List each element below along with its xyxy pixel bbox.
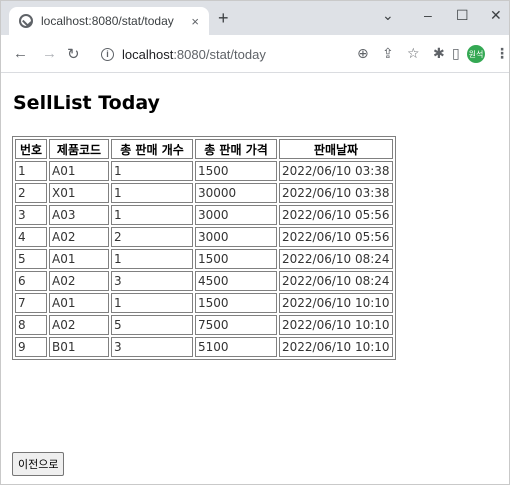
table-row: 8 A02 5 7500 2022/06/10 10:10 [15, 315, 393, 335]
table-cell: 2022/06/10 08:24 [279, 271, 393, 291]
table-cell: 3000 [195, 227, 277, 247]
profile-avatar[interactable]: 원석 [467, 45, 485, 63]
table-row: 4 A02 2 3000 2022/06/10 05:56 [15, 227, 393, 247]
back-button[interactable]: 이전으로 [12, 452, 65, 476]
table-row: 5 A01 1 1500 2022/06/10 08:24 [15, 249, 393, 269]
table-cell: X01 [49, 183, 109, 203]
maximize-icon[interactable]: ☐ [456, 7, 469, 24]
minimize-icon[interactable]: – [424, 7, 432, 23]
table-cell: 1 [15, 161, 47, 181]
header-sale-date: 판매날짜 [279, 139, 393, 159]
table-cell: A02 [49, 227, 109, 247]
info-icon[interactable]: i [101, 47, 114, 61]
table-cell: 1 [111, 249, 193, 269]
table-cell: 2022/06/10 10:10 [279, 293, 393, 313]
table-row: 2 X01 1 30000 2022/06/10 03:38 [15, 183, 393, 203]
table-cell: 2022/06/10 10:10 [279, 337, 393, 357]
header-total-price: 총 판매 가격 [195, 139, 277, 159]
reload-icon[interactable]: ↻ [67, 45, 80, 63]
tab-title: localhost:8080/stat/today [41, 14, 174, 28]
bookmark-star-icon[interactable]: ☆ [407, 45, 420, 62]
table-cell: A03 [49, 205, 109, 225]
table-cell: 2022/06/10 03:38 [279, 161, 393, 181]
table-cell: A01 [49, 249, 109, 269]
close-window-icon[interactable]: ✕ [490, 7, 502, 24]
table-cell: 4 [15, 227, 47, 247]
url-text[interactable]: localhost:8080/stat/today [122, 47, 266, 62]
table-cell: A02 [49, 271, 109, 291]
table-cell: 3 [111, 271, 193, 291]
table-header-row: 번호 제품코드 총 판매 개수 총 판매 가격 판매날짜 [15, 139, 393, 159]
table-cell: 1500 [195, 161, 277, 181]
side-panel-icon[interactable]: ▯ [452, 45, 460, 62]
table-cell: 2 [15, 183, 47, 203]
page-content: SellList Today 번호 제품코드 총 판매 개수 총 판매 가격 판… [1, 74, 509, 484]
table-cell: 7 [15, 293, 47, 313]
zoom-icon[interactable]: ⊕ [357, 45, 369, 62]
forward-arrow-icon[interactable]: → [42, 45, 57, 62]
table-cell: 1500 [195, 293, 277, 313]
page-title: SellList Today [13, 92, 160, 114]
table-cell: 9 [15, 337, 47, 357]
table-cell: 2022/06/10 05:56 [279, 227, 393, 247]
table-cell: B01 [49, 337, 109, 357]
new-tab-button[interactable]: + [218, 8, 229, 29]
table-cell: A01 [49, 161, 109, 181]
table-cell: 2 [111, 227, 193, 247]
share-icon[interactable]: ⇪ [382, 45, 394, 62]
close-tab-icon[interactable]: × [191, 14, 199, 29]
table-row: 6 A02 3 4500 2022/06/10 08:24 [15, 271, 393, 291]
header-number: 번호 [15, 139, 47, 159]
browser-tab[interactable]: localhost:8080/stat/today × [9, 7, 209, 35]
table-cell: 2022/06/10 03:38 [279, 183, 393, 203]
table-cell: 5100 [195, 337, 277, 357]
table-cell: 2022/06/10 08:24 [279, 249, 393, 269]
table-row: 1 A01 1 1500 2022/06/10 03:38 [15, 161, 393, 181]
table-cell: 3000 [195, 205, 277, 225]
table-cell: 7500 [195, 315, 277, 335]
table-cell: 1 [111, 161, 193, 181]
table-cell: 1 [111, 293, 193, 313]
table-cell: 1 [111, 183, 193, 203]
extensions-icon[interactable]: ✱ [433, 45, 445, 62]
header-total-count: 총 판매 개수 [111, 139, 193, 159]
table-row: 7 A01 1 1500 2022/06/10 10:10 [15, 293, 393, 313]
table-cell: 1 [111, 205, 193, 225]
browser-toolbar: ← → ↻ i localhost:8080/stat/today ⊕ ⇪ ☆ … [1, 35, 509, 73]
header-product-code: 제품코드 [49, 139, 109, 159]
sell-table: 번호 제품코드 총 판매 개수 총 판매 가격 판매날짜 1 A01 1 1500 20… [12, 136, 396, 360]
table-cell: 3 [111, 337, 193, 357]
table-row: 3 A03 1 3000 2022/06/10 05:56 [15, 205, 393, 225]
table-cell: 1500 [195, 249, 277, 269]
chevron-down-icon[interactable]: ⌄ [382, 7, 394, 24]
table-cell: 2022/06/10 05:56 [279, 205, 393, 225]
table-cell: 8 [15, 315, 47, 335]
table-cell: 4500 [195, 271, 277, 291]
table-cell: 5 [111, 315, 193, 335]
table-cell: 3 [15, 205, 47, 225]
table-cell: A01 [49, 293, 109, 313]
menu-dots-icon[interactable]: ⋮ [495, 45, 509, 62]
back-arrow-icon[interactable]: ← [13, 45, 28, 62]
address-bar[interactable]: i localhost:8080/stat/today [95, 40, 337, 68]
table-cell: 30000 [195, 183, 277, 203]
table-cell: A02 [49, 315, 109, 335]
tab-strip: localhost:8080/stat/today × + ⌄ – ☐ ✕ [1, 1, 509, 35]
browser-window: localhost:8080/stat/today × + ⌄ – ☐ ✕ ← … [0, 0, 510, 485]
table-cell: 6 [15, 271, 47, 291]
table-row: 9 B01 3 5100 2022/06/10 10:10 [15, 337, 393, 357]
globe-icon [19, 14, 33, 28]
table-cell: 2022/06/10 10:10 [279, 315, 393, 335]
table-cell: 5 [15, 249, 47, 269]
